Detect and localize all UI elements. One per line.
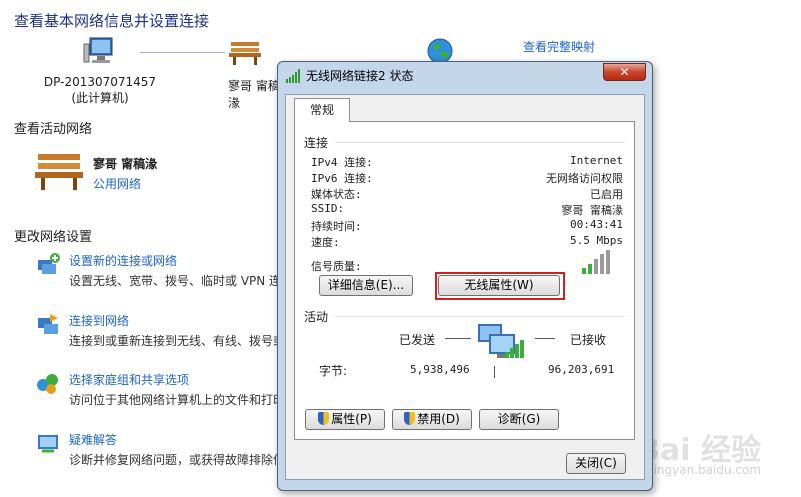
general-tab-panel: 连接 IPv4 连接: Internet IPv6 连接: 无网络访问权限 媒体… <box>294 121 635 440</box>
wireless-status-dialog: 无线网络链接2 状态 ✕ 常规 连接 IPv4 连接: Internet IPv… <box>277 61 653 491</box>
new-connection-link[interactable]: 设置新的连接或网络 <box>69 252 177 269</box>
received-line <box>535 338 555 339</box>
homegroup-link[interactable]: 选择家庭组和共享选项 <box>69 371 189 388</box>
homegroup-desc: 访问位于其他网络计算机上的文件和打印 <box>69 393 286 407</box>
bytes-received-value: 96,203,691 <box>548 363 615 376</box>
dialog-client: 常规 连接 IPv4 连接: Internet IPv6 连接: 无网络访问权限… <box>285 94 645 480</box>
ssid-label: SSID: <box>311 202 345 215</box>
map-connector <box>140 52 225 53</box>
uac-shield-icon <box>318 412 330 425</box>
baidu-watermark-url: jingyan.baidu.com <box>650 463 761 477</box>
activity-group-label: 活动 <box>304 310 329 324</box>
homegroup-icon <box>37 374 58 394</box>
uac-shield-icon <box>404 412 416 425</box>
duration-label: 持续时间: <box>311 220 362 233</box>
duration-value: 00:43:41 <box>570 218 623 231</box>
ipv4-label: IPv4 连接: <box>311 156 373 169</box>
speed-value: 5.5 Mbps <box>570 234 623 247</box>
disable-button[interactable]: 禁用(D) <box>392 409 472 430</box>
active-networks-heading: 查看活动网络 <box>14 122 93 137</box>
computer-sub: (此计算机) <box>71 91 129 105</box>
sent-label: 已发送 <box>399 333 436 347</box>
close-button[interactable]: 关闭(C) <box>566 453 626 474</box>
connect-network-link[interactable]: 连接到网络 <box>69 312 129 329</box>
ipv6-label: IPv6 连接: <box>311 172 373 185</box>
new-connection-desc: 设置无线、宽带、拨号、临时或 VPN 连 <box>69 274 282 288</box>
change-settings-heading: 更改网络设置 <box>14 230 93 245</box>
details-button[interactable]: 详细信息(E)... <box>319 275 413 296</box>
troubleshoot-icon <box>38 435 58 453</box>
bytes-divider <box>494 366 495 378</box>
ipv6-value: 无网络访问权限 <box>546 172 623 185</box>
dialog-title: 无线网络链接2 状态 <box>306 69 414 83</box>
bench-icon <box>229 42 261 65</box>
media-state-value: 已启用 <box>590 188 623 201</box>
signal-quality-label: 信号质量: <box>311 260 362 273</box>
network-computers-icon <box>478 324 524 358</box>
signal-strength-icon <box>582 250 610 274</box>
diagnose-button[interactable]: 诊断(G) <box>479 409 559 430</box>
received-label: 已接收 <box>570 333 607 347</box>
network-type-link[interactable]: 公用网络 <box>93 175 141 192</box>
page-title: 查看基本网络信息并设置连接 <box>14 12 210 30</box>
tab-general[interactable]: 常规 <box>294 98 350 122</box>
active-network-name: 寥哥 甯稿湪 <box>93 157 158 171</box>
properties-button-label: 属性(P) <box>331 412 372 426</box>
ssid-value: 寥哥 甯稿湪 <box>561 204 623 217</box>
disable-button-label: 禁用(D) <box>417 412 460 426</box>
computer-node: DP-201307071457 (此计算机) <box>40 36 160 106</box>
troubleshoot-desc: 诊断并修复网络问题，或获得故障排除信 <box>69 453 286 467</box>
connection-group-label: 连接 <box>304 136 329 150</box>
full-map-link[interactable]: 查看完整映射 <box>523 38 595 55</box>
new-connection-icon <box>38 253 60 274</box>
connect-network-icon <box>38 314 58 334</box>
dialog-titlebar[interactable]: 无线网络链接2 状态 ✕ <box>278 62 652 88</box>
media-state-label: 媒体状态: <box>311 188 362 201</box>
highlight-box <box>435 272 565 300</box>
group-divider <box>335 142 625 143</box>
troubleshoot-link[interactable]: 疑难解答 <box>69 431 117 448</box>
connect-network-desc: 连接到或重新连接到无线、有线、拨号或 <box>69 334 286 348</box>
group-divider <box>335 316 625 317</box>
properties-button[interactable]: 属性(P) <box>305 409 385 430</box>
bench-icon <box>35 154 83 190</box>
close-icon[interactable]: ✕ <box>603 63 646 81</box>
computer-icon <box>83 37 113 63</box>
speed-label: 速度: <box>311 236 340 249</box>
computer-name: DP-201307071457 <box>43 75 157 89</box>
sent-line <box>445 338 471 339</box>
wifi-signal-icon <box>286 69 300 83</box>
ipv4-value: Internet <box>570 154 623 167</box>
bytes-label: 字节: <box>319 364 348 378</box>
bytes-sent-value: 5,938,496 <box>410 363 470 376</box>
